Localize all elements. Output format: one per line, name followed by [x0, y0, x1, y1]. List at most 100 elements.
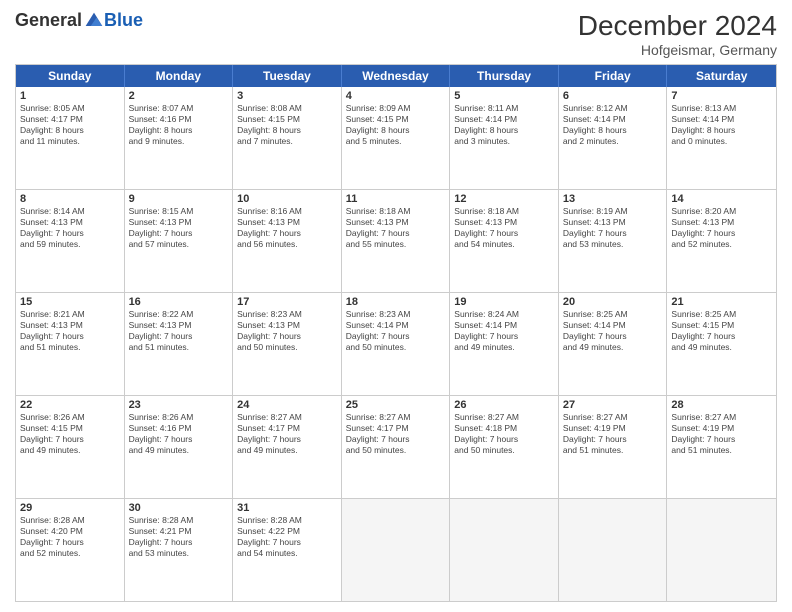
calendar-cell-9: 9Sunrise: 8:15 AMSunset: 4:13 PMDaylight…: [125, 190, 234, 292]
calendar-row-1: 1Sunrise: 8:05 AMSunset: 4:17 PMDaylight…: [16, 87, 776, 189]
calendar-cell-8: 8Sunrise: 8:14 AMSunset: 4:13 PMDaylight…: [16, 190, 125, 292]
day-info: Sunrise: 8:09 AMSunset: 4:15 PMDaylight:…: [346, 103, 446, 147]
calendar-cell-13: 13Sunrise: 8:19 AMSunset: 4:13 PMDayligh…: [559, 190, 668, 292]
day-info: Sunrise: 8:13 AMSunset: 4:14 PMDaylight:…: [671, 103, 772, 147]
location: Hofgeismar, Germany: [578, 42, 777, 58]
calendar-cell-12: 12Sunrise: 8:18 AMSunset: 4:13 PMDayligh…: [450, 190, 559, 292]
calendar-row-4: 22Sunrise: 8:26 AMSunset: 4:15 PMDayligh…: [16, 395, 776, 498]
calendar-cell-19: 19Sunrise: 8:24 AMSunset: 4:14 PMDayligh…: [450, 293, 559, 395]
day-number: 9: [129, 193, 229, 205]
day-number: 13: [563, 193, 663, 205]
day-number: 20: [563, 296, 663, 308]
day-info: Sunrise: 8:16 AMSunset: 4:13 PMDaylight:…: [237, 206, 337, 250]
calendar-cell-empty-4-3: [342, 499, 451, 601]
day-info: Sunrise: 8:27 AMSunset: 4:17 PMDaylight:…: [237, 412, 337, 456]
day-info: Sunrise: 8:27 AMSunset: 4:18 PMDaylight:…: [454, 412, 554, 456]
calendar-cell-11: 11Sunrise: 8:18 AMSunset: 4:13 PMDayligh…: [342, 190, 451, 292]
day-number: 11: [346, 193, 446, 205]
day-number: 21: [671, 296, 772, 308]
logo: General Blue: [15, 10, 143, 31]
day-info: Sunrise: 8:26 AMSunset: 4:16 PMDaylight:…: [129, 412, 229, 456]
day-info: Sunrise: 8:28 AMSunset: 4:20 PMDaylight:…: [20, 515, 120, 559]
calendar-cell-17: 17Sunrise: 8:23 AMSunset: 4:13 PMDayligh…: [233, 293, 342, 395]
calendar-cell-21: 21Sunrise: 8:25 AMSunset: 4:15 PMDayligh…: [667, 293, 776, 395]
weekday-header-saturday: Saturday: [667, 65, 776, 87]
day-info: Sunrise: 8:18 AMSunset: 4:13 PMDaylight:…: [454, 206, 554, 250]
day-number: 12: [454, 193, 554, 205]
day-number: 18: [346, 296, 446, 308]
day-number: 1: [20, 90, 120, 102]
day-number: 30: [129, 502, 229, 514]
weekday-header-thursday: Thursday: [450, 65, 559, 87]
weekday-header-monday: Monday: [125, 65, 234, 87]
calendar-cell-22: 22Sunrise: 8:26 AMSunset: 4:15 PMDayligh…: [16, 396, 125, 498]
day-number: 5: [454, 90, 554, 102]
calendar-cell-24: 24Sunrise: 8:27 AMSunset: 4:17 PMDayligh…: [233, 396, 342, 498]
calendar-cell-6: 6Sunrise: 8:12 AMSunset: 4:14 PMDaylight…: [559, 87, 668, 189]
calendar-cell-23: 23Sunrise: 8:26 AMSunset: 4:16 PMDayligh…: [125, 396, 234, 498]
logo-blue: Blue: [104, 10, 143, 31]
day-number: 19: [454, 296, 554, 308]
calendar-cell-20: 20Sunrise: 8:25 AMSunset: 4:14 PMDayligh…: [559, 293, 668, 395]
calendar-header: SundayMondayTuesdayWednesdayThursdayFrid…: [16, 65, 776, 87]
calendar-cell-25: 25Sunrise: 8:27 AMSunset: 4:17 PMDayligh…: [342, 396, 451, 498]
logo-icon: [84, 11, 104, 31]
day-number: 28: [671, 399, 772, 411]
day-info: Sunrise: 8:15 AMSunset: 4:13 PMDaylight:…: [129, 206, 229, 250]
weekday-header-tuesday: Tuesday: [233, 65, 342, 87]
calendar-cell-15: 15Sunrise: 8:21 AMSunset: 4:13 PMDayligh…: [16, 293, 125, 395]
calendar-cell-31: 31Sunrise: 8:28 AMSunset: 4:22 PMDayligh…: [233, 499, 342, 601]
day-info: Sunrise: 8:08 AMSunset: 4:15 PMDaylight:…: [237, 103, 337, 147]
day-number: 3: [237, 90, 337, 102]
header: General Blue December 2024 Hofgeismar, G…: [15, 10, 777, 58]
weekday-header-sunday: Sunday: [16, 65, 125, 87]
day-number: 31: [237, 502, 337, 514]
day-number: 22: [20, 399, 120, 411]
day-number: 27: [563, 399, 663, 411]
day-number: 14: [671, 193, 772, 205]
day-number: 23: [129, 399, 229, 411]
day-number: 10: [237, 193, 337, 205]
day-info: Sunrise: 8:22 AMSunset: 4:13 PMDaylight:…: [129, 309, 229, 353]
calendar-cell-7: 7Sunrise: 8:13 AMSunset: 4:14 PMDaylight…: [667, 87, 776, 189]
day-info: Sunrise: 8:24 AMSunset: 4:14 PMDaylight:…: [454, 309, 554, 353]
weekday-header-friday: Friday: [559, 65, 668, 87]
day-info: Sunrise: 8:05 AMSunset: 4:17 PMDaylight:…: [20, 103, 120, 147]
calendar-cell-5: 5Sunrise: 8:11 AMSunset: 4:14 PMDaylight…: [450, 87, 559, 189]
day-info: Sunrise: 8:27 AMSunset: 4:19 PMDaylight:…: [671, 412, 772, 456]
day-info: Sunrise: 8:18 AMSunset: 4:13 PMDaylight:…: [346, 206, 446, 250]
calendar-cell-26: 26Sunrise: 8:27 AMSunset: 4:18 PMDayligh…: [450, 396, 559, 498]
day-number: 26: [454, 399, 554, 411]
logo-text: General Blue: [15, 10, 143, 31]
day-info: Sunrise: 8:19 AMSunset: 4:13 PMDaylight:…: [563, 206, 663, 250]
day-info: Sunrise: 8:27 AMSunset: 4:19 PMDaylight:…: [563, 412, 663, 456]
calendar-row-3: 15Sunrise: 8:21 AMSunset: 4:13 PMDayligh…: [16, 292, 776, 395]
day-info: Sunrise: 8:26 AMSunset: 4:15 PMDaylight:…: [20, 412, 120, 456]
calendar-body: 1Sunrise: 8:05 AMSunset: 4:17 PMDaylight…: [16, 87, 776, 601]
calendar-cell-16: 16Sunrise: 8:22 AMSunset: 4:13 PMDayligh…: [125, 293, 234, 395]
day-number: 2: [129, 90, 229, 102]
day-info: Sunrise: 8:21 AMSunset: 4:13 PMDaylight:…: [20, 309, 120, 353]
day-number: 4: [346, 90, 446, 102]
calendar-cell-18: 18Sunrise: 8:23 AMSunset: 4:14 PMDayligh…: [342, 293, 451, 395]
calendar-cell-10: 10Sunrise: 8:16 AMSunset: 4:13 PMDayligh…: [233, 190, 342, 292]
calendar-cell-empty-4-4: [450, 499, 559, 601]
day-info: Sunrise: 8:11 AMSunset: 4:14 PMDaylight:…: [454, 103, 554, 147]
day-info: Sunrise: 8:20 AMSunset: 4:13 PMDaylight:…: [671, 206, 772, 250]
title-block: December 2024 Hofgeismar, Germany: [578, 10, 777, 58]
calendar-cell-28: 28Sunrise: 8:27 AMSunset: 4:19 PMDayligh…: [667, 396, 776, 498]
calendar-row-5: 29Sunrise: 8:28 AMSunset: 4:20 PMDayligh…: [16, 498, 776, 601]
calendar-cell-2: 2Sunrise: 8:07 AMSunset: 4:16 PMDaylight…: [125, 87, 234, 189]
calendar-cell-30: 30Sunrise: 8:28 AMSunset: 4:21 PMDayligh…: [125, 499, 234, 601]
day-info: Sunrise: 8:23 AMSunset: 4:14 PMDaylight:…: [346, 309, 446, 353]
calendar-cell-1: 1Sunrise: 8:05 AMSunset: 4:17 PMDaylight…: [16, 87, 125, 189]
page: General Blue December 2024 Hofgeismar, G…: [0, 0, 792, 612]
day-number: 25: [346, 399, 446, 411]
day-number: 7: [671, 90, 772, 102]
day-info: Sunrise: 8:25 AMSunset: 4:14 PMDaylight:…: [563, 309, 663, 353]
day-info: Sunrise: 8:28 AMSunset: 4:21 PMDaylight:…: [129, 515, 229, 559]
day-number: 15: [20, 296, 120, 308]
calendar-cell-27: 27Sunrise: 8:27 AMSunset: 4:19 PMDayligh…: [559, 396, 668, 498]
day-number: 17: [237, 296, 337, 308]
day-number: 29: [20, 502, 120, 514]
